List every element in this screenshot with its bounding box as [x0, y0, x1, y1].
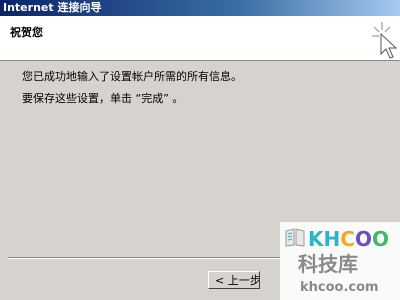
info-text-2: 要保存这些设置，单击 “完成” 。 — [22, 92, 184, 105]
back-button[interactable]: < 上一步 — [208, 271, 260, 289]
wizard-content: 您已成功地输入了设置帐户所需的所有信息。 要保存这些设置，单击 “完成” 。 — [22, 70, 242, 114]
title-bar[interactable]: Internet 连接向导 — [0, 0, 400, 16]
brand-part-c: C — [340, 227, 355, 251]
book-logo-icon — [284, 226, 306, 248]
watermark-name: 科技库 — [298, 252, 358, 276]
wizard-header: 祝贺您 — [0, 16, 400, 61]
brand-part-kh: KH — [308, 227, 341, 251]
window-title: Internet 连接向导 — [3, 1, 102, 14]
brand-part-o1: O — [354, 227, 372, 251]
watermark-brand: KHCOO — [308, 228, 389, 250]
wizard-cursor-icon — [368, 18, 400, 60]
watermark-overlay: KHCOO 科技库 khcoo.com — [280, 222, 400, 300]
info-text-1: 您已成功地输入了设置帐户所需的所有信息。 — [22, 70, 242, 83]
brand-part-o2: O — [371, 227, 389, 251]
page-title: 祝贺您 — [10, 26, 43, 39]
watermark-domain: khcoo.com — [300, 280, 379, 295]
